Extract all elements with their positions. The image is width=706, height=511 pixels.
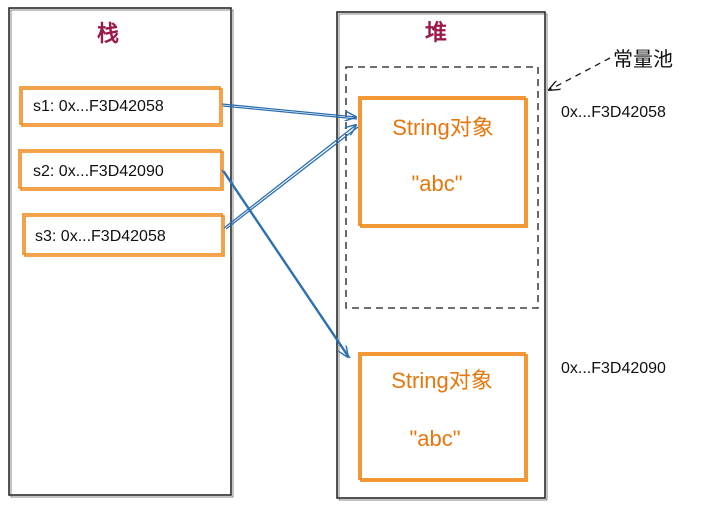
stack-var-s3: s3: 0x...F3D42058 [22,213,225,257]
constant-pool-label: 常量池 [613,47,673,71]
reference-arrow-s3 [223,125,356,229]
string-object-heap: String对象 "abc" [358,352,528,482]
pool-label-pointer [549,57,611,90]
stack-panel: 栈 [8,7,234,498]
reference-arrow-s2 [221,169,348,357]
object-type-label: String对象 [391,368,492,393]
reference-arrow-s1 [221,103,356,117]
stack-var-label: s2: 0x...F3D42090 [33,163,164,180]
object-value-label: "abc" [411,171,462,196]
string-object-pooled: String对象 "abc" [358,96,528,228]
heap-title: 堆 [425,21,447,46]
object-value-label: "abc" [409,426,460,451]
object-type-label: String对象 [392,115,493,140]
stack-var-s2: s2: 0x...F3D42090 [18,149,224,191]
stack-var-label: s1: 0x...F3D42058 [33,98,164,115]
address-label: 0x...F3D42058 [561,104,666,121]
reference-arrow-s3-dup [225,126,359,230]
stack-var-label: s3: 0x...F3D42058 [35,228,166,245]
address-label: 0x...F3D42090 [561,360,666,377]
stack-title: 栈 [97,22,119,47]
reference-arrow-s2-dup [223,170,351,359]
stack-var-s1: s1: 0x...F3D42058 [19,86,223,127]
memory-diagram: 栈 s1: 0x...F3D42058 s2: 0x...F3D42090 s3… [8,7,673,501]
